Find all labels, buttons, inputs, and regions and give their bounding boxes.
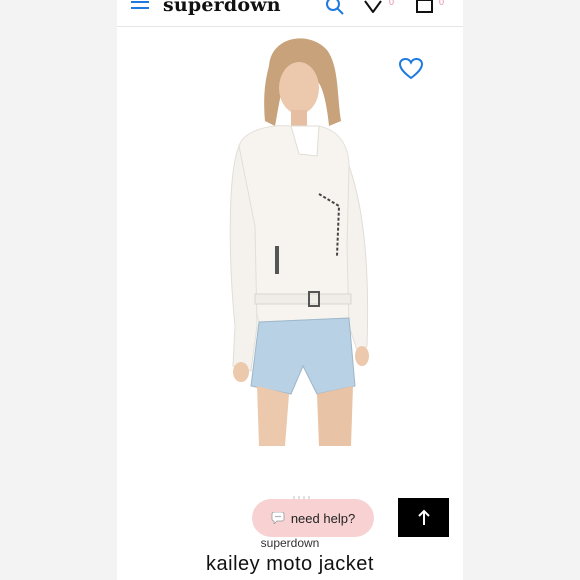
need-help-chat-button[interactable]: need help?: [252, 499, 374, 537]
need-help-label: need help?: [290, 510, 356, 526]
arrow-up-icon: [417, 509, 430, 525]
scroll-to-top-button[interactable]: [398, 498, 449, 537]
product-brand[interactable]: superdown: [117, 536, 463, 550]
bag-icon[interactable]: [415, 0, 435, 16]
product-title: kailey moto jacket: [206, 553, 374, 575]
menu-icon[interactable]: [131, 0, 151, 16]
site-header: superdown 0 0: [117, 0, 463, 27]
wishlist-count-badge: 0: [389, 0, 395, 7]
bag-count-badge: 0: [439, 0, 445, 7]
search-icon[interactable]: [325, 0, 347, 16]
wishlist-heart-icon[interactable]: [363, 0, 385, 16]
chat-bubble-icon: [271, 512, 285, 524]
product-photo-model: [229, 38, 369, 446]
mobile-page: superdown 0 0 need help? superdown kaile…: [117, 0, 463, 580]
site-logo[interactable]: superdown: [163, 0, 281, 16]
favorite-heart-icon[interactable]: [399, 58, 423, 80]
